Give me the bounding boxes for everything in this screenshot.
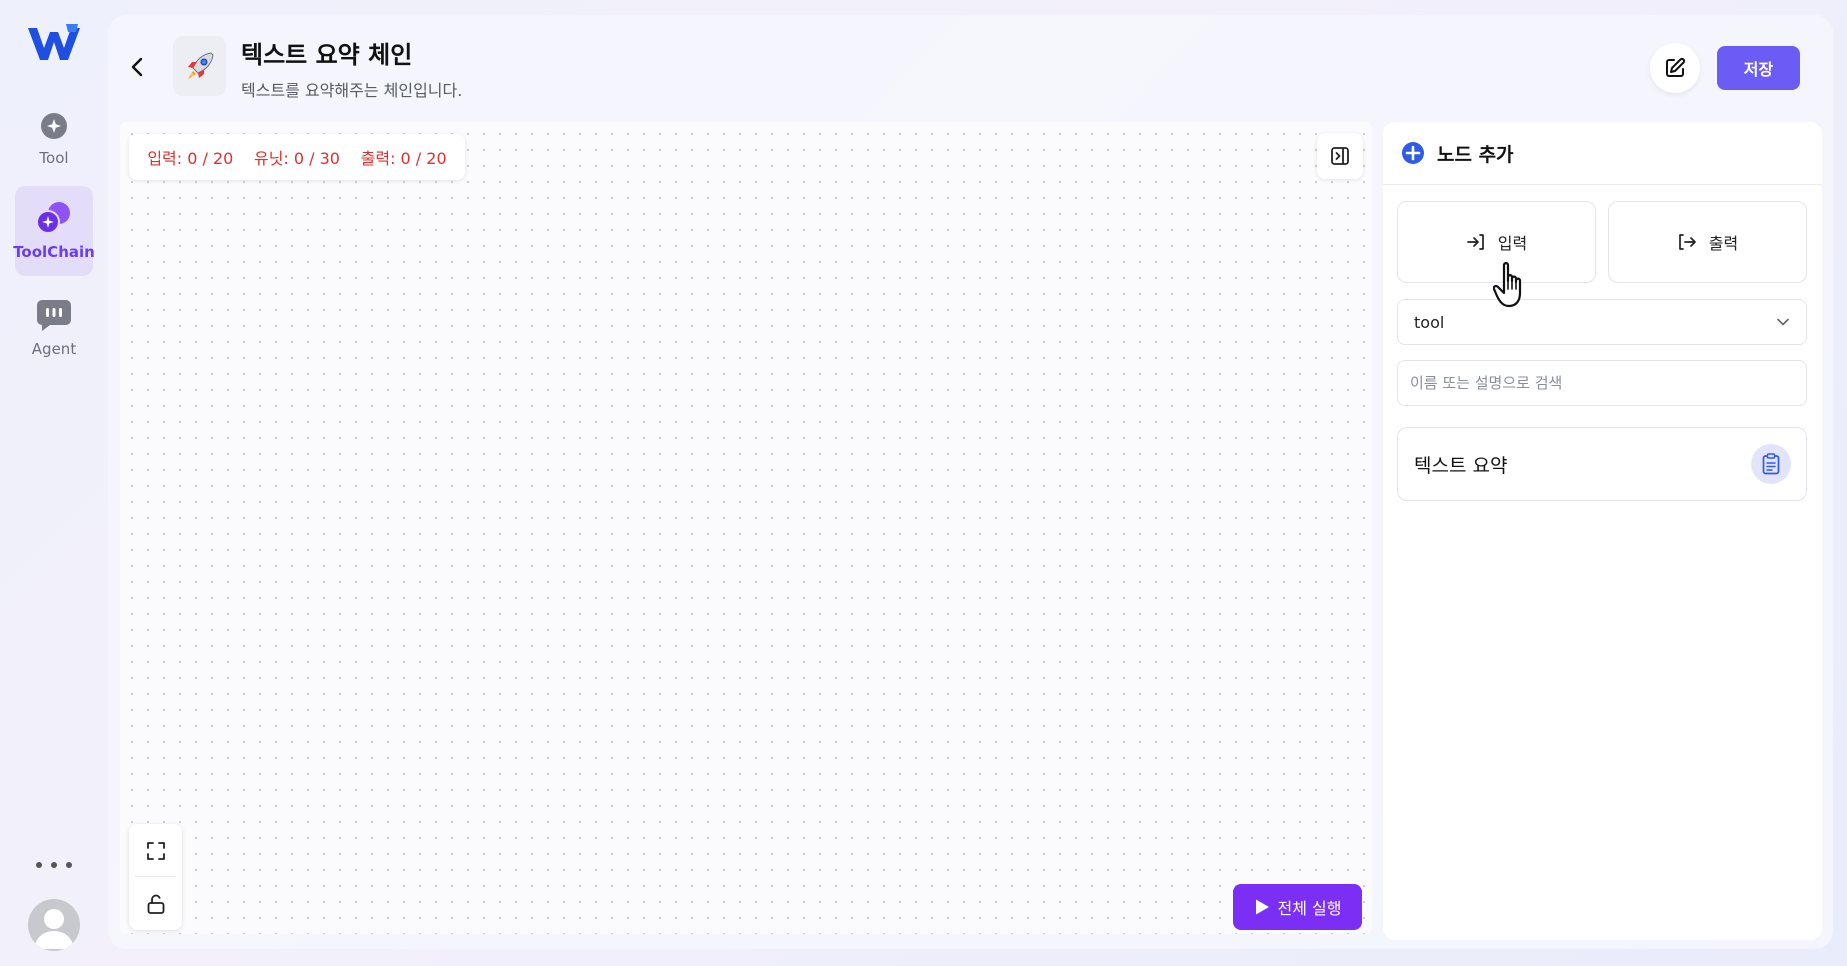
avatar[interactable]	[28, 899, 80, 951]
chevron-left-icon	[131, 57, 143, 77]
logout-icon	[1678, 234, 1696, 250]
chevron-down-icon	[1777, 318, 1789, 326]
login-icon	[1466, 234, 1484, 250]
add-output-node-button[interactable]: 출력	[1608, 201, 1807, 283]
more-icon[interactable]	[36, 858, 72, 872]
node-type-value: tool	[1414, 312, 1445, 332]
sidebar-item-label: Tool	[39, 149, 69, 167]
sidebar-item-tool[interactable]: Tool	[15, 94, 93, 184]
flow-canvas[interactable]	[120, 122, 1372, 934]
back-button[interactable]	[124, 52, 150, 82]
canvas-controls	[129, 824, 182, 930]
tool-name: 텍스트 요약	[1414, 454, 1508, 477]
sidebar-item-label: ToolChain	[13, 243, 95, 261]
run-all-label: 전체 실행	[1277, 899, 1342, 918]
sidebar-item-label: Agent	[31, 340, 77, 358]
tool-icon-badge	[1751, 444, 1791, 484]
plus-circle-icon	[1402, 142, 1424, 164]
save-button[interactable]: 저장	[1717, 46, 1800, 90]
output-count: 출력: 0 / 20	[360, 149, 447, 168]
chat-bubble-icon	[37, 300, 71, 331]
clipboard-icon	[1762, 453, 1780, 475]
unit-count: 유닛: 0 / 30	[253, 149, 340, 168]
fit-view-button[interactable]	[129, 824, 182, 877]
hand-cursor-icon	[1493, 262, 1522, 308]
input-label: 입력	[1497, 234, 1528, 253]
tool-item-text-summary[interactable]: 텍스트 요약	[1397, 427, 1807, 501]
search-input[interactable]	[1397, 360, 1807, 406]
chain-icon	[173, 36, 226, 96]
node-type-select[interactable]: tool	[1397, 299, 1807, 345]
page-title: 텍스트 요약 체인	[241, 41, 413, 69]
node-panel-header: 노드 추가	[1383, 122, 1822, 185]
sidebar-item-agent[interactable]: Agent	[15, 283, 93, 373]
edit-icon	[1666, 57, 1686, 77]
unlock-icon	[147, 894, 164, 914]
lock-button[interactable]	[129, 877, 182, 930]
app-logo[interactable]	[26, 22, 82, 66]
toggle-panel-button[interactable]	[1317, 133, 1363, 179]
rocket-icon	[187, 52, 214, 79]
play-icon	[1255, 899, 1269, 915]
edit-button[interactable]	[1650, 43, 1700, 93]
sidebar-item-toolchain[interactable]: ToolChain	[13, 186, 95, 276]
fullscreen-icon	[146, 841, 165, 860]
run-all-button[interactable]: 전체 실행	[1233, 884, 1362, 930]
sparkle-circle-icon	[41, 113, 67, 139]
input-count: 입력: 0 / 20	[147, 149, 234, 168]
left-rail: Tool ToolChain Agent	[0, 0, 108, 966]
linked-circles-icon	[36, 202, 70, 234]
node-count-badge: 입력: 0 / 20 유닛: 0 / 30 출력: 0 / 20	[129, 134, 465, 180]
panel-collapse-icon	[1331, 147, 1349, 165]
page-subtitle: 텍스트를 요약해주는 체인입니다.	[241, 81, 463, 100]
node-panel-title: 노드 추가	[1437, 143, 1514, 166]
user-avatar-icon	[34, 909, 74, 949]
output-label: 출력	[1708, 234, 1739, 253]
